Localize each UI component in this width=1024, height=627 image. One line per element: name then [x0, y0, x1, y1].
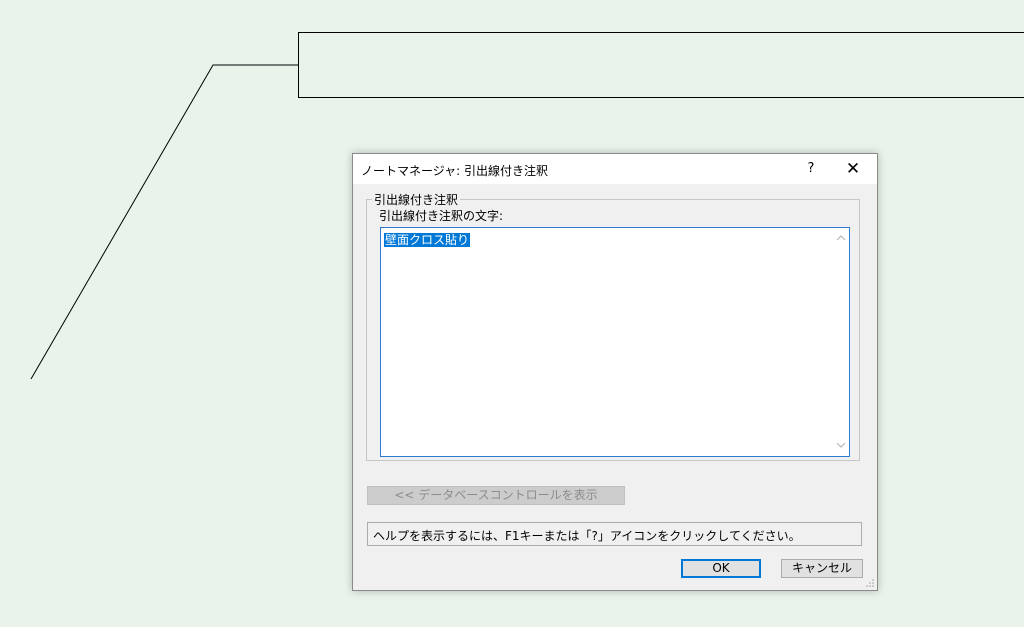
- dialog-title: ノートマネージャ: 引出線付き注釈: [361, 164, 549, 178]
- show-database-controls-button: << データベースコントロールを表示: [367, 486, 625, 505]
- cancel-button[interactable]: キャンセル: [781, 559, 863, 578]
- close-icon[interactable]: ✕: [835, 157, 871, 181]
- chevron-up-icon[interactable]: [832, 230, 849, 247]
- selected-note-text[interactable]: 壁面クロス貼り: [384, 233, 471, 247]
- note-text-label: 引出線付き注釈の文字:: [379, 209, 504, 223]
- resize-grip-icon[interactable]: [865, 578, 875, 588]
- vertical-scrollbar[interactable]: [832, 228, 849, 456]
- status-bar: ヘルプを表示するには、F1キーまたは「?」アイコンをクリックしてください。: [367, 522, 862, 546]
- help-icon[interactable]: ?: [799, 158, 823, 180]
- note-text-content[interactable]: 壁面クロス貼り: [384, 231, 471, 248]
- note-box[interactable]: [298, 32, 1024, 98]
- note-text-area[interactable]: 壁面クロス貼り: [380, 227, 850, 457]
- leader-line[interactable]: [30, 64, 298, 380]
- dialog-titlebar[interactable]: ノートマネージャ: 引出線付き注釈 ? ✕: [353, 154, 877, 184]
- ok-button[interactable]: OK: [681, 559, 761, 578]
- note-manager-dialog: ノートマネージャ: 引出線付き注釈 ? ✕ 引出線付き注釈 引出線付き注釈の文字…: [352, 153, 878, 591]
- chevron-down-icon[interactable]: [832, 437, 849, 454]
- status-text: ヘルプを表示するには、F1キーまたは「?」アイコンをクリックしてください。: [373, 529, 801, 543]
- groupbox-title: 引出線付き注釈: [372, 191, 461, 208]
